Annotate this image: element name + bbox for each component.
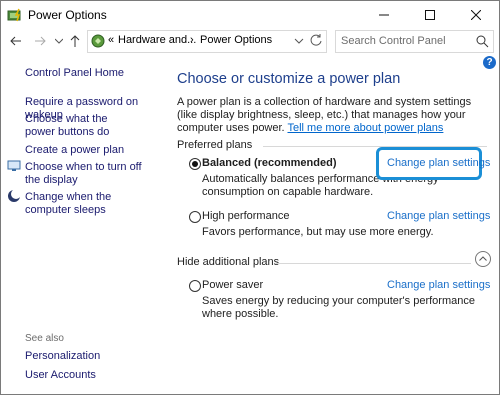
balanced-radio[interactable] [189, 158, 201, 170]
high-performance-plan-description: Favors performance, but may use more ene… [202, 226, 434, 238]
sleep-moon-icon [8, 189, 21, 202]
search-placeholder[interactable]: Search Control Panel [341, 35, 446, 47]
sidebar-item-power-buttons[interactable]: Choose what the power buttons do [25, 113, 135, 139]
back-arrow-icon [10, 36, 21, 46]
display-icon [7, 160, 21, 171]
up-button[interactable] [66, 32, 84, 50]
close-button[interactable] [453, 1, 499, 29]
power-saver-radio[interactable] [189, 280, 201, 292]
power-options-icon [7, 8, 21, 22]
page-title: Choose or customize a power plan [177, 71, 401, 87]
address-bar[interactable]: « Hardware and... › Power Options [87, 30, 327, 53]
sidebar-item-create-plan[interactable]: Create a power plan [25, 144, 165, 157]
window-title: Power Options [28, 8, 107, 22]
chevron-up-icon [479, 256, 487, 261]
power-saver-change-settings-link[interactable]: Change plan settings [387, 279, 490, 291]
balanced-change-settings-highlight[interactable]: Change plan settings [376, 147, 490, 180]
intro-text: A power plan is a collection of hardware… [177, 96, 487, 135]
preferred-plans-heading: Preferred plans [177, 139, 253, 151]
chevron-down-icon [55, 38, 63, 44]
balanced-plan-name[interactable]: Balanced (recommended) [202, 157, 336, 169]
see-also-heading: See also [25, 333, 64, 344]
window: Power Options « Hardware and... › Power … [0, 0, 500, 395]
balanced-change-settings-link[interactable]: Change plan settings [387, 157, 490, 169]
close-icon [471, 10, 481, 20]
title-bar: Power Options [1, 1, 499, 29]
sidebar-item-display-off[interactable]: Choose when to turn off the display [25, 161, 150, 187]
high-performance-change-settings-link[interactable]: Change plan settings [387, 210, 490, 222]
collapse-button[interactable] [475, 251, 491, 267]
navigation-bar: « Hardware and... › Power Options Search… [1, 29, 499, 53]
control-panel-icon [91, 34, 105, 48]
power-saver-plan-description: Saves energy by reducing your computer's… [202, 295, 475, 320]
breadcrumb-power-options[interactable]: Power Options [200, 34, 272, 46]
refresh-icon[interactable] [309, 33, 323, 47]
forward-arrow-icon [35, 36, 46, 46]
user-accounts-link[interactable]: User Accounts [25, 369, 96, 382]
high-performance-plan-name[interactable]: High performance [202, 210, 289, 222]
search-box[interactable]: Search Control Panel [335, 30, 494, 53]
breadcrumb-hardware[interactable]: Hardware and... [118, 34, 196, 46]
minimize-icon [379, 14, 389, 16]
tell-me-more-link[interactable]: Tell me more about power plans [287, 122, 443, 134]
control-panel-home-link[interactable]: Control Panel Home [25, 67, 124, 80]
personalization-link[interactable]: Personalization [25, 350, 100, 363]
help-button[interactable]: ? [483, 56, 496, 69]
additional-divider [275, 263, 471, 264]
high-performance-radio[interactable] [189, 211, 201, 223]
up-arrow-icon [70, 35, 80, 47]
breadcrumb-overflow[interactable]: « [108, 34, 114, 46]
search-icon[interactable] [476, 35, 489, 48]
power-saver-plan-name[interactable]: Power saver [202, 279, 263, 291]
minimize-button[interactable] [361, 1, 407, 29]
sidebar-item-sleep[interactable]: Change when the computer sleeps [25, 191, 160, 217]
maximize-button[interactable] [407, 1, 453, 29]
hide-additional-plans-label[interactable]: Hide additional plans [177, 256, 279, 268]
breadcrumb-separator[interactable]: › [190, 34, 194, 46]
maximize-icon [425, 10, 435, 20]
forward-button[interactable] [31, 32, 49, 50]
back-button[interactable] [7, 32, 25, 50]
address-dropdown-icon[interactable] [293, 35, 305, 47]
